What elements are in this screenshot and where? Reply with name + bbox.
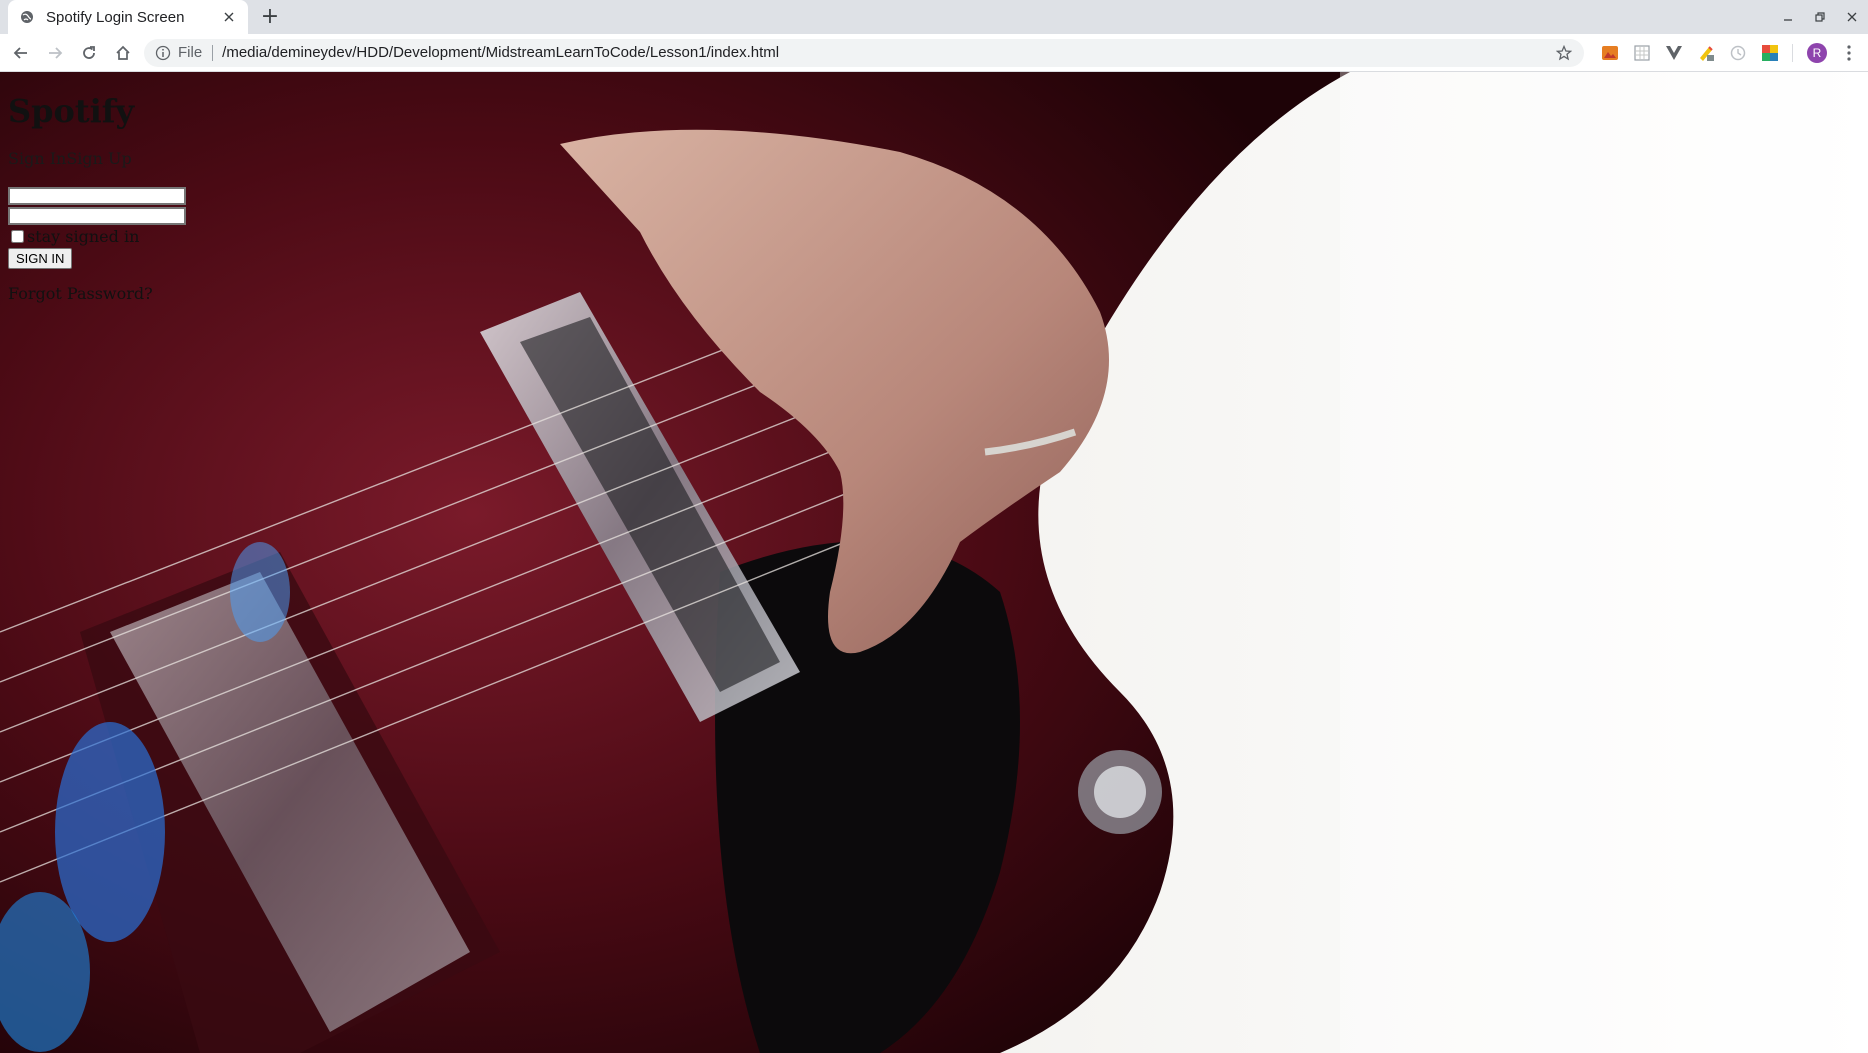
browser-toolbar: File /media/demineydev/HDD/Development/M… <box>0 34 1868 72</box>
scheme-label: File <box>178 44 203 61</box>
stay-signed-in-label: stay signed in <box>27 226 140 246</box>
color-extension-icon[interactable] <box>1760 43 1780 63</box>
username-field[interactable] <box>8 186 186 205</box>
window-close-icon[interactable] <box>1836 0 1868 34</box>
close-icon[interactable] <box>220 8 238 26</box>
tab-sign-in[interactable]: Sign In <box>8 149 66 168</box>
profile-avatar[interactable]: R <box>1807 42 1827 63</box>
plus-icon[interactable]: + <box>258 5 282 29</box>
globe-icon <box>19 9 35 25</box>
stay-signed-in-row: stay signed in <box>8 227 186 246</box>
sign-in-button[interactable]: SIGN IN <box>8 247 73 269</box>
pencil-extension-icon[interactable] <box>1696 43 1716 63</box>
browser-tab[interactable]: Spotify Login Screen <box>8 0 248 34</box>
guitar-background-photo <box>0 72 1868 1053</box>
vue-extension-icon[interactable] <box>1664 43 1684 63</box>
window-controls <box>1772 0 1868 34</box>
stay-signed-in-checkbox[interactable] <box>11 229 24 243</box>
page-viewport: Spotify Sign InSign Up stay signed in SI… <box>0 72 1868 1053</box>
forgot-password-link[interactable]: Forgot Password? <box>8 284 186 303</box>
login-panel: Spotify Sign InSign Up stay signed in SI… <box>8 72 186 303</box>
url-text[interactable]: /media/demineydev/HDD/Development/Midstr… <box>222 44 779 61</box>
tab-sign-up[interactable]: Sign Up <box>66 149 131 168</box>
reload-icon[interactable] <box>72 36 106 70</box>
password-field[interactable] <box>8 206 186 225</box>
extensions-area: R <box>1594 41 1861 65</box>
credential-fields <box>8 186 186 225</box>
forward-icon[interactable] <box>38 36 72 70</box>
auth-tabs: Sign InSign Up <box>8 149 186 168</box>
back-icon[interactable] <box>4 36 38 70</box>
info-icon[interactable] <box>155 45 171 61</box>
toolbar-divider <box>1792 43 1793 62</box>
minimize-icon[interactable] <box>1772 0 1804 34</box>
restore-icon[interactable] <box>1804 0 1836 34</box>
photo-extension-icon[interactable] <box>1600 43 1620 63</box>
home-icon[interactable] <box>106 36 140 70</box>
tab-title: Spotify Login Screen <box>46 8 185 26</box>
omnibox-separator <box>212 44 214 61</box>
star-icon[interactable] <box>1555 44 1573 61</box>
page-title: Spotify <box>8 92 135 130</box>
tab-strip: Spotify Login Screen + <box>0 0 1868 34</box>
timer-extension-icon[interactable] <box>1728 43 1748 63</box>
menu-dots-icon[interactable] <box>1837 41 1861 65</box>
grid-extension-icon[interactable] <box>1632 43 1652 63</box>
address-bar[interactable]: File /media/demineydev/HDD/Development/M… <box>144 38 1584 67</box>
